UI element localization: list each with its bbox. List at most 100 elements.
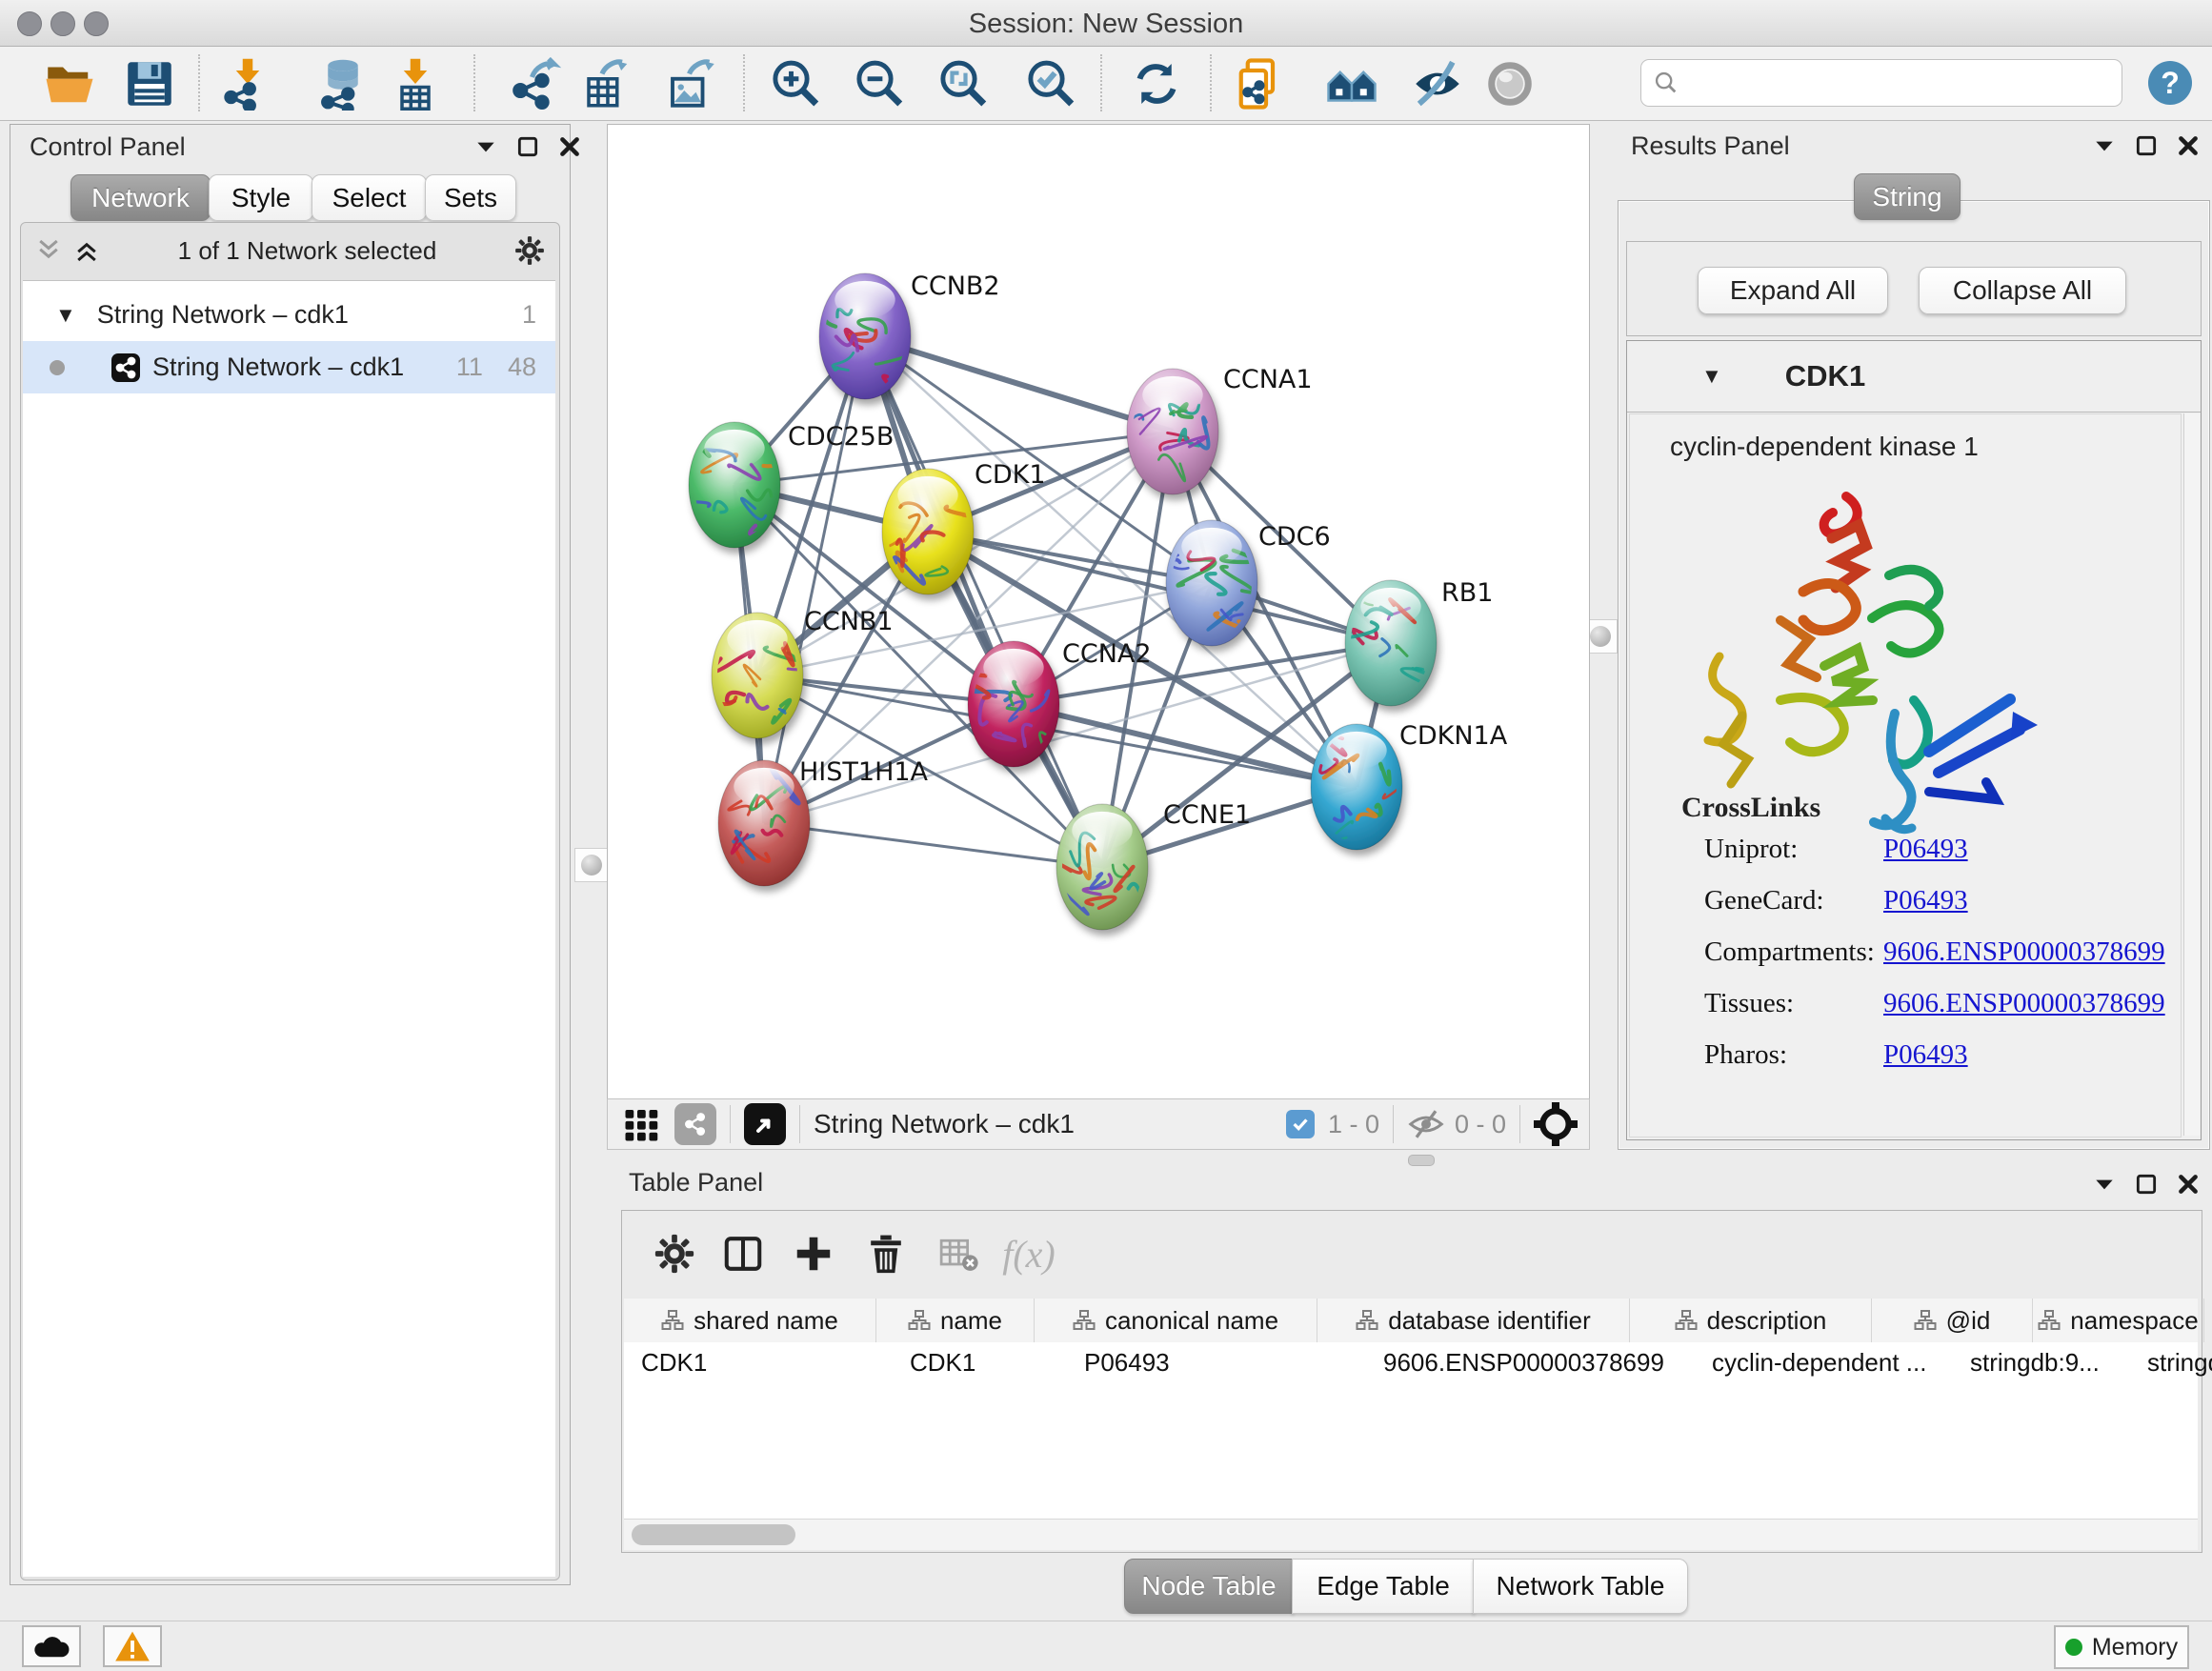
network-node-CDC25B[interactable]: [678, 422, 786, 548]
crosslink-link[interactable]: P06493: [1883, 834, 1968, 865]
scrollbar-thumb[interactable]: [632, 1524, 795, 1545]
cell--id[interactable]: stringdb:9...: [1953, 1342, 2130, 1382]
network-canvas[interactable]: CCNB2CCNA1CDC25BCDK1CDC6RB1CCNB1CCNA2CDK…: [607, 124, 1590, 1099]
save-session-icon[interactable]: [119, 53, 180, 114]
refresh-layout-icon[interactable]: [1126, 53, 1187, 114]
warnings-button[interactable]: [103, 1625, 162, 1667]
help-icon[interactable]: ?: [2148, 61, 2192, 105]
cell-shared-name[interactable]: CDK1: [624, 1342, 893, 1382]
panel-close-icon[interactable]: [557, 134, 582, 159]
table-horizontal-scrollbar[interactable]: [624, 1519, 2198, 1550]
network-view-icon[interactable]: [674, 1103, 716, 1145]
panel-close-icon[interactable]: [2176, 1172, 2201, 1197]
tab-edge-table[interactable]: Edge Table: [1292, 1559, 1475, 1614]
gene-description: cyclin-dependent kinase 1: [1670, 432, 1979, 462]
string-network-graph[interactable]: CCNB2CCNA1CDC25BCDK1CDC6RB1CCNB1CCNA2CDK…: [608, 125, 1589, 1098]
network-node-CDK1[interactable]: [874, 469, 975, 594]
open-file-icon[interactable]: [39, 53, 100, 114]
tab-string[interactable]: String: [1854, 173, 1961, 220]
column-header-description[interactable]: description: [1630, 1299, 1872, 1342]
zoom-selected-icon[interactable]: [1019, 53, 1080, 114]
grid-view-icon[interactable]: [623, 1105, 661, 1143]
panel-close-icon[interactable]: [2176, 133, 2201, 158]
gene-section-header[interactable]: ▼ CDK1: [1627, 341, 2201, 413]
tab-select[interactable]: Select: [312, 174, 427, 221]
zoom-out-icon[interactable]: [848, 53, 909, 114]
selected-checkbox-icon[interactable]: [1286, 1110, 1315, 1138]
tab-style[interactable]: Style: [209, 174, 313, 221]
table-gear-icon[interactable]: [645, 1224, 704, 1283]
cell-database-identifier[interactable]: 9606.ENSP00000378699: [1366, 1342, 1695, 1382]
import-database-icon[interactable]: [312, 53, 373, 114]
pan-crosshair-icon[interactable]: [1534, 1102, 1578, 1146]
search-box[interactable]: [1640, 59, 2122, 107]
zoom-in-icon[interactable]: [764, 53, 825, 114]
column-header-shared-name[interactable]: shared name: [624, 1299, 876, 1342]
network-node-CDC6[interactable]: [1154, 520, 1257, 646]
panel-float-icon[interactable]: [515, 134, 540, 159]
collapse-all-button[interactable]: Collapse All: [1919, 267, 2126, 314]
cell-canonical-name[interactable]: P06493: [1067, 1342, 1366, 1382]
tab-sets[interactable]: Sets: [425, 174, 516, 221]
cell-name[interactable]: CDK1: [893, 1342, 1067, 1382]
gene-section: ▼ CDK1 cyclin-dependent kinase 1: [1626, 340, 2202, 1140]
table-body: [624, 1382, 2198, 1519]
crosslink-link[interactable]: P06493: [1883, 1039, 1968, 1071]
export-network-icon[interactable]: [505, 53, 566, 114]
network-node-CDKN1A[interactable]: [1311, 724, 1414, 850]
hide-images-icon[interactable]: [1407, 53, 1468, 114]
export-table-icon[interactable]: [578, 53, 639, 114]
tree-expander-icon[interactable]: ▼: [55, 303, 76, 328]
crosslink-link[interactable]: P06493: [1883, 885, 1968, 916]
panel-menu-icon[interactable]: [2092, 1172, 2117, 1197]
crosslink-link[interactable]: 9606.ENSP00000378699: [1883, 988, 2165, 1019]
import-network-icon[interactable]: [217, 53, 278, 114]
column-header--id[interactable]: @id: [1872, 1299, 2033, 1342]
panel-float-icon[interactable]: [2134, 1172, 2159, 1197]
results-buttons-box: Expand All Collapse All: [1626, 241, 2202, 336]
network-node-CCNA2[interactable]: [960, 641, 1059, 767]
cell-namespace[interactable]: stringdb: [2130, 1342, 2212, 1382]
table-row[interactable]: CDK1CDK1P064939606.ENSP00000378699cyclin…: [624, 1342, 2198, 1382]
export-image-icon[interactable]: [662, 53, 723, 114]
crosslink-link[interactable]: 9606.ENSP00000378699: [1883, 936, 2165, 968]
network-row[interactable]: String Network – cdk1 11 48: [23, 341, 555, 393]
gear-icon[interactable]: [513, 234, 546, 267]
import-table-icon[interactable]: [385, 53, 446, 114]
clone-network-icon[interactable]: [1229, 53, 1290, 114]
status-bar: Memory: [0, 1621, 2212, 1671]
network-collection-row[interactable]: ▼ String Network – cdk1 1: [23, 289, 555, 341]
glass-ball-icon[interactable]: [1479, 53, 1540, 114]
tab-network-table[interactable]: Network Table: [1473, 1559, 1688, 1614]
column-header-database-identifier[interactable]: database identifier: [1317, 1299, 1630, 1342]
network-node-RB1[interactable]: [1345, 580, 1437, 706]
results-scrollbar[interactable]: [2183, 413, 2200, 1136]
network-node-HIST1H1A[interactable]: [718, 760, 810, 886]
expand-all-button[interactable]: Expand All: [1698, 267, 1888, 314]
tab-network[interactable]: Network: [70, 174, 211, 221]
panel-float-icon[interactable]: [2134, 133, 2159, 158]
tab-node-table[interactable]: Node Table: [1124, 1559, 1294, 1614]
memory-button[interactable]: Memory: [2054, 1625, 2189, 1669]
node-count: 11: [456, 352, 483, 382]
collapse-all-icon[interactable]: [34, 236, 63, 265]
bottom-splitter-handle[interactable]: [1408, 1155, 1435, 1166]
expand-all-icon[interactable]: [72, 236, 101, 265]
panel-menu-icon[interactable]: [2092, 133, 2117, 158]
zoom-fit-icon[interactable]: [932, 53, 993, 114]
cloud-button[interactable]: [22, 1625, 81, 1667]
column-header-name[interactable]: name: [876, 1299, 1035, 1342]
network-node-CCNA1[interactable]: [1115, 369, 1218, 494]
column-header-canonical-name[interactable]: canonical name: [1035, 1299, 1317, 1342]
birds-eye-view-icon[interactable]: [744, 1103, 786, 1145]
cell-description[interactable]: cyclin-dependent ...: [1695, 1342, 1953, 1382]
column-header-namespace[interactable]: namespace: [2033, 1299, 2204, 1342]
show-columns-icon[interactable]: [714, 1224, 773, 1283]
add-column-icon[interactable]: [784, 1224, 843, 1283]
houses-icon[interactable]: [1321, 53, 1382, 114]
left-splitter-handle[interactable]: [574, 848, 609, 882]
panel-menu-icon[interactable]: [473, 134, 498, 159]
search-input[interactable]: [1679, 68, 2093, 99]
section-expander-icon[interactable]: ▼: [1701, 364, 1722, 389]
delete-column-icon[interactable]: [856, 1224, 915, 1283]
